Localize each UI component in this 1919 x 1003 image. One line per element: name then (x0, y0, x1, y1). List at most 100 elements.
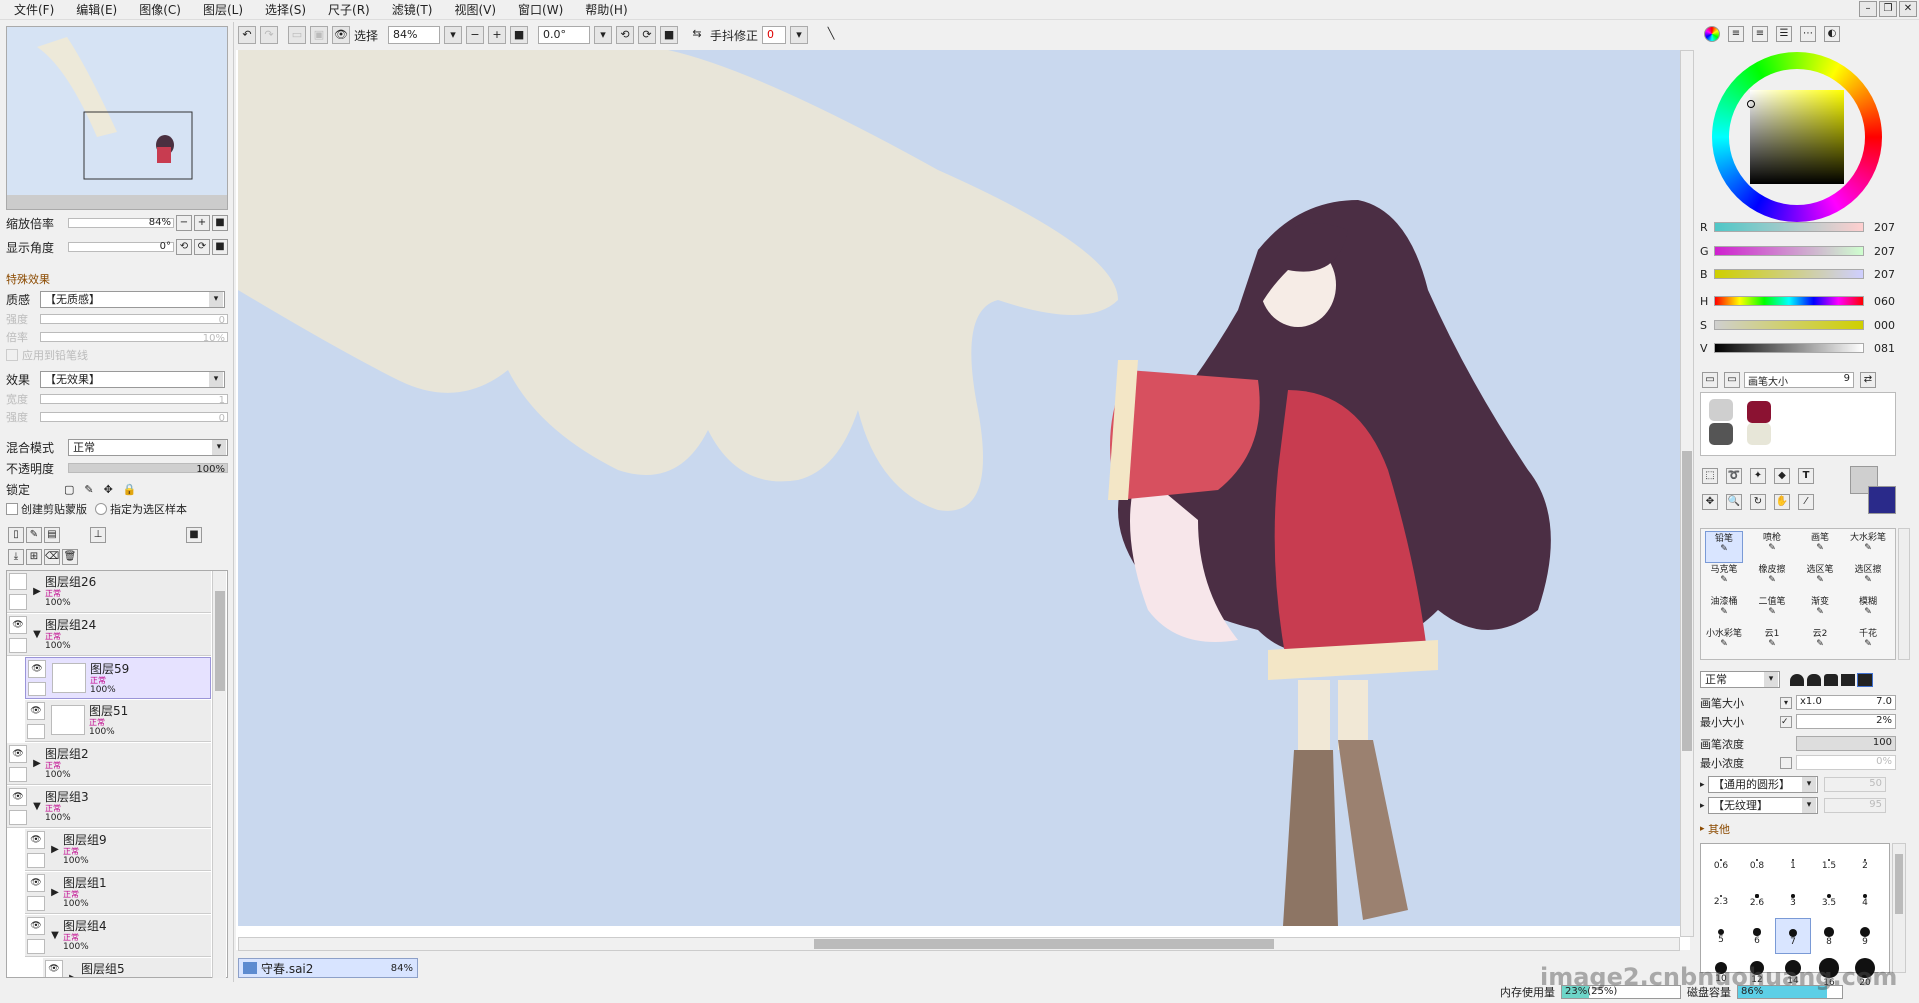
layer-properties-icon[interactable]: ■ (186, 527, 202, 543)
density-slider[interactable]: 100 (1796, 736, 1896, 751)
effects-header[interactable]: 特殊效果 (6, 270, 228, 288)
new-linework-layer-icon[interactable]: ✎ (26, 527, 42, 543)
layer-edit-icon[interactable] (28, 682, 46, 696)
layer-item[interactable]: ▶ 图层组26 正常 100% (7, 571, 211, 613)
brush-size-preset[interactable]: 5 (1703, 918, 1739, 954)
brush-tool-15[interactable]: 千花 ✎ (1849, 627, 1887, 659)
saturation-value-square[interactable] (1750, 90, 1844, 184)
mask-icon[interactable]: ▭ (1702, 372, 1718, 388)
menu-item-8[interactable]: 窗口(W) (518, 1, 563, 18)
zoom-dropdown-icon[interactable]: ▾ (444, 26, 463, 44)
menu-item-2[interactable]: 图像(C) (139, 1, 181, 18)
layer-edit-icon[interactable] (27, 939, 45, 954)
visibility-eye-icon[interactable] (9, 573, 27, 590)
opacity-slider[interactable]: 100% (68, 463, 228, 475)
transfer-down-icon[interactable]: ⤓ (8, 549, 24, 565)
merge-down-icon[interactable]: ⊞ (26, 549, 42, 565)
brush-size-preset[interactable]: 6 (1739, 918, 1775, 954)
brush-size-preset[interactable]: 7 (1775, 918, 1811, 954)
drawing-canvas[interactable] (238, 50, 1680, 926)
brush-tool-4[interactable]: 马克笔 ✎ (1705, 563, 1743, 595)
invert-selection-icon[interactable]: ▣ (310, 26, 328, 44)
layer-edit-icon[interactable] (27, 896, 45, 911)
lock-transparency-icon[interactable]: ▢ (64, 483, 74, 496)
swatch-crimson[interactable] (1747, 401, 1771, 423)
brush-tool-14[interactable]: 云2 ✎ (1801, 627, 1839, 659)
canvas-hscroll-thumb[interactable] (814, 939, 1274, 949)
new-folder-icon[interactable]: ▤ (44, 527, 60, 543)
text-tool-icon[interactable]: T (1798, 468, 1814, 484)
folder-collapsed-icon[interactable]: ▶ (47, 829, 63, 870)
rect-select-icon[interactable]: ⬚ (1702, 468, 1718, 484)
brush-size-scroll-thumb[interactable] (1895, 854, 1903, 914)
menu-item-3[interactable]: 图层(L) (203, 1, 243, 18)
brush-size-preset[interactable]: 2.6 (1739, 882, 1775, 918)
folder-expanded-icon[interactable]: ▼ (29, 786, 45, 827)
eyedropper-icon[interactable]: ⁄ (1798, 494, 1814, 510)
brush-size-preset[interactable]: 1.5 (1811, 846, 1847, 882)
layer-item[interactable]: 👁▶图层组5 (43, 958, 211, 977)
menu-item-0[interactable]: 文件(F) (14, 1, 54, 18)
navigator-preview[interactable] (6, 26, 228, 210)
hand-tool-icon[interactable]: ✋ (1774, 494, 1790, 510)
effect-dropdown[interactable]: 【无效果】 (40, 370, 225, 388)
minimize-button[interactable]: – (1859, 1, 1877, 17)
line-tool-icon[interactable]: ╲ (822, 26, 840, 44)
brush-tool-13[interactable]: 云1 ✎ (1753, 627, 1791, 659)
visibility-eye-icon[interactable]: 👁 (9, 745, 27, 763)
scale-slider[interactable]: 10% (40, 332, 228, 344)
layer-item[interactable]: 👁 ▼ 图层组4 正常 100% (25, 915, 211, 957)
zoom-slider[interactable]: 84% (68, 217, 174, 228)
visibility-eye-icon[interactable]: 👁 (9, 788, 27, 806)
strength2-slider[interactable]: 0 (40, 412, 228, 424)
brush-tool-1[interactable]: 喷枪 ✎ (1753, 531, 1791, 563)
brush-size-preset[interactable]: 2 (1847, 846, 1883, 882)
angle-field[interactable]: 0.0° (538, 26, 591, 44)
min-size-checkbox[interactable]: ✓ (1780, 715, 1792, 728)
magic-wand-icon[interactable]: ✦ (1750, 468, 1766, 484)
visibility-eye-icon[interactable]: 👁 (9, 616, 27, 634)
visibility-eye-icon[interactable]: 👁 (27, 917, 45, 935)
rotate-tool-icon[interactable]: ↻ (1750, 494, 1766, 510)
brush-size-lock-icon[interactable]: ▾ (1780, 696, 1792, 709)
brush-shape-strength[interactable]: 50 (1824, 777, 1886, 792)
brush-size-preset[interactable]: 0.6 (1703, 846, 1739, 882)
color-wheel-tab-icon[interactable] (1704, 26, 1720, 42)
layer-edit-icon[interactable] (9, 767, 27, 782)
saturation-slider[interactable] (1714, 320, 1864, 330)
brush-mode-dropdown[interactable]: 正常 (1700, 671, 1780, 688)
menu-item-4[interactable]: 选择(S) (265, 1, 306, 18)
brush-tool-10[interactable]: 渐变 ✎ (1801, 595, 1839, 627)
rotate-right-button[interactable]: ⟳ (194, 239, 210, 255)
red-slider[interactable] (1714, 222, 1864, 232)
zoom-out-icon[interactable]: − (466, 26, 485, 44)
layer-item[interactable]: 👁 图层59 正常 100% (25, 657, 211, 699)
redo-icon[interactable]: ↷ (260, 26, 278, 44)
canvas-vertical-scrollbar[interactable] (1680, 50, 1694, 937)
undo-icon[interactable]: ↶ (238, 26, 256, 44)
texture-dropdown[interactable]: 【无质感】 (40, 290, 225, 308)
rotate-ccw-icon[interactable]: ⟲ (616, 26, 635, 44)
brush-tool-8[interactable]: 油漆桶 ✎ (1705, 595, 1743, 627)
brush-size-scrollbar[interactable] (1892, 843, 1906, 973)
strength-slider[interactable]: 0 (40, 314, 228, 326)
lasso-icon[interactable]: ➰ (1726, 468, 1742, 484)
value-slider[interactable] (1714, 343, 1864, 353)
lock-move-icon[interactable]: ✥ (104, 483, 113, 496)
visibility-eye-icon[interactable]: 👁 (27, 831, 45, 849)
flip-horizontal-icon[interactable]: ⇆ (688, 26, 706, 44)
rotate-left-button[interactable]: ⟲ (176, 239, 192, 255)
brush-size-preset[interactable]: 3.5 (1811, 882, 1847, 918)
layer-edit-icon[interactable] (27, 853, 45, 868)
folder-expanded-icon[interactable]: ▼ (29, 614, 45, 655)
zoom-field[interactable]: 84% (388, 26, 441, 44)
lock-paint-icon[interactable]: ✎ (84, 483, 93, 496)
stabilizer-field[interactable]: 0 (762, 26, 787, 44)
zoom-in-icon[interactable]: + (488, 26, 507, 44)
zoom-reset-icon[interactable]: ■ (510, 26, 529, 44)
color-picker-cursor[interactable] (1747, 100, 1755, 108)
layer-item[interactable]: 👁 ▶ 图层组2 正常 100% (7, 743, 211, 785)
swatch-tab-icon[interactable]: ⋯ (1800, 26, 1816, 42)
sel-sample-radio[interactable] (95, 503, 107, 515)
brush-shape-soft-icon[interactable] (1790, 673, 1804, 686)
